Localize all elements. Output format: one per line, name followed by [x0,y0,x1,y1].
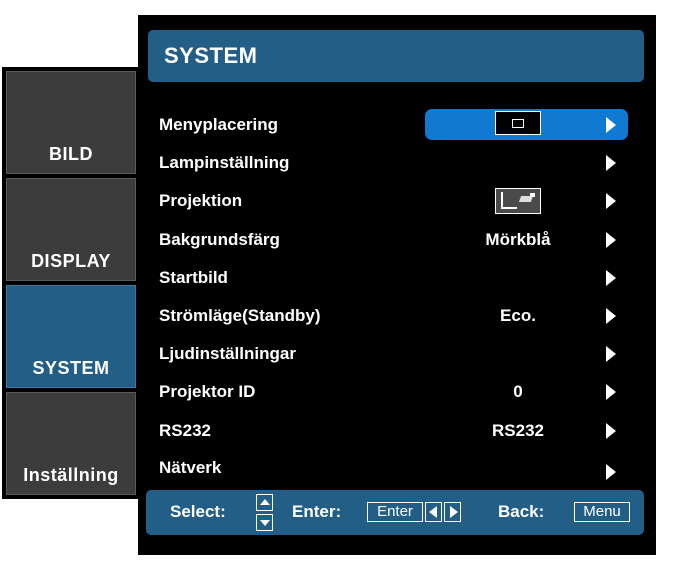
right-arrow-icon [444,502,461,522]
submenu-arrow-icon [606,384,616,400]
menu-item-bakgrundsfarg[interactable]: Bakgrundsfärg Mörkblå [138,224,656,256]
submenu-arrow-icon [606,117,616,133]
category-tabs: BILD DISPLAY SYSTEM Inställning [2,67,138,499]
tab-system[interactable]: SYSTEM [6,285,136,388]
osd-menu-panel: SYSTEM Menyplacering Lampinställning Pro… [138,15,656,555]
menu-item-label: Projektion [159,191,243,210]
submenu-arrow-icon [606,193,616,209]
projection-front-desktop-icon [495,188,541,214]
left-arrow-icon [425,502,442,522]
menu-item-rs232[interactable]: RS232 RS232 [138,415,656,447]
page-title: SYSTEM [148,30,644,82]
menu-item-label: Startbild [159,268,228,287]
menu-item-value: 0 [513,382,523,401]
menu-item-label: Bakgrundsfärg [159,230,280,249]
tab-bild[interactable]: BILD [6,71,136,174]
menu-item-label: Ljudinställningar [159,344,296,363]
menu-item-stromlage[interactable]: Strömläge(Standby) Eco. [138,300,656,332]
menu-item-projektion[interactable]: Projektion [138,185,656,217]
submenu-arrow-icon [606,308,616,324]
menu-item-label: Nätverk [159,458,222,477]
menu-item-value: RS232 [492,421,544,440]
menu-item-natverk[interactable]: Nätverk [138,452,656,484]
up-arrow-icon [256,494,273,511]
tab-installning[interactable]: Inställning [6,392,136,495]
key-help-bar: Select: Enter: Enter Back: Menu [146,490,644,535]
tab-label: Inställning [23,465,119,485]
tab-display[interactable]: DISPLAY [6,178,136,281]
submenu-arrow-icon [606,232,616,248]
menu-item-value: Eco. [500,306,536,325]
menu-item-lampinstallning[interactable]: Lampinställning [138,147,656,179]
tab-label: DISPLAY [31,251,111,271]
enter-label: Enter: [292,502,342,521]
submenu-arrow-icon [606,270,616,286]
menu-item-startbild[interactable]: Startbild [138,262,656,294]
submenu-arrow-icon [606,423,616,439]
menu-item-label: Strömläge(Standby) [159,306,321,325]
menu-item-label: Menyplacering [159,115,279,134]
menu-item-menyplacering[interactable]: Menyplacering [138,109,656,141]
menu-item-ljudinstallningar[interactable]: Ljudinställningar [138,338,656,370]
tab-label: SYSTEM [32,358,110,378]
menu-item-value: Mörkblå [485,230,551,249]
enter-key: Enter [367,502,423,522]
menu-item-label: Projektor ID [159,382,256,401]
menu-position-icon [495,111,541,135]
menu-key: Menu [574,502,630,522]
submenu-arrow-icon [606,155,616,171]
back-label: Back: [498,502,545,521]
submenu-arrow-icon [606,346,616,362]
menu-item-label: RS232 [159,421,211,440]
submenu-arrow-icon [606,464,616,480]
select-label: Select: [170,502,226,521]
down-arrow-icon [256,514,273,531]
menu-item-projektor-id[interactable]: Projektor ID 0 [138,376,656,408]
up-down-keys [256,494,273,532]
tab-label: BILD [49,144,93,164]
menu-item-label: Lampinställning [159,153,290,172]
